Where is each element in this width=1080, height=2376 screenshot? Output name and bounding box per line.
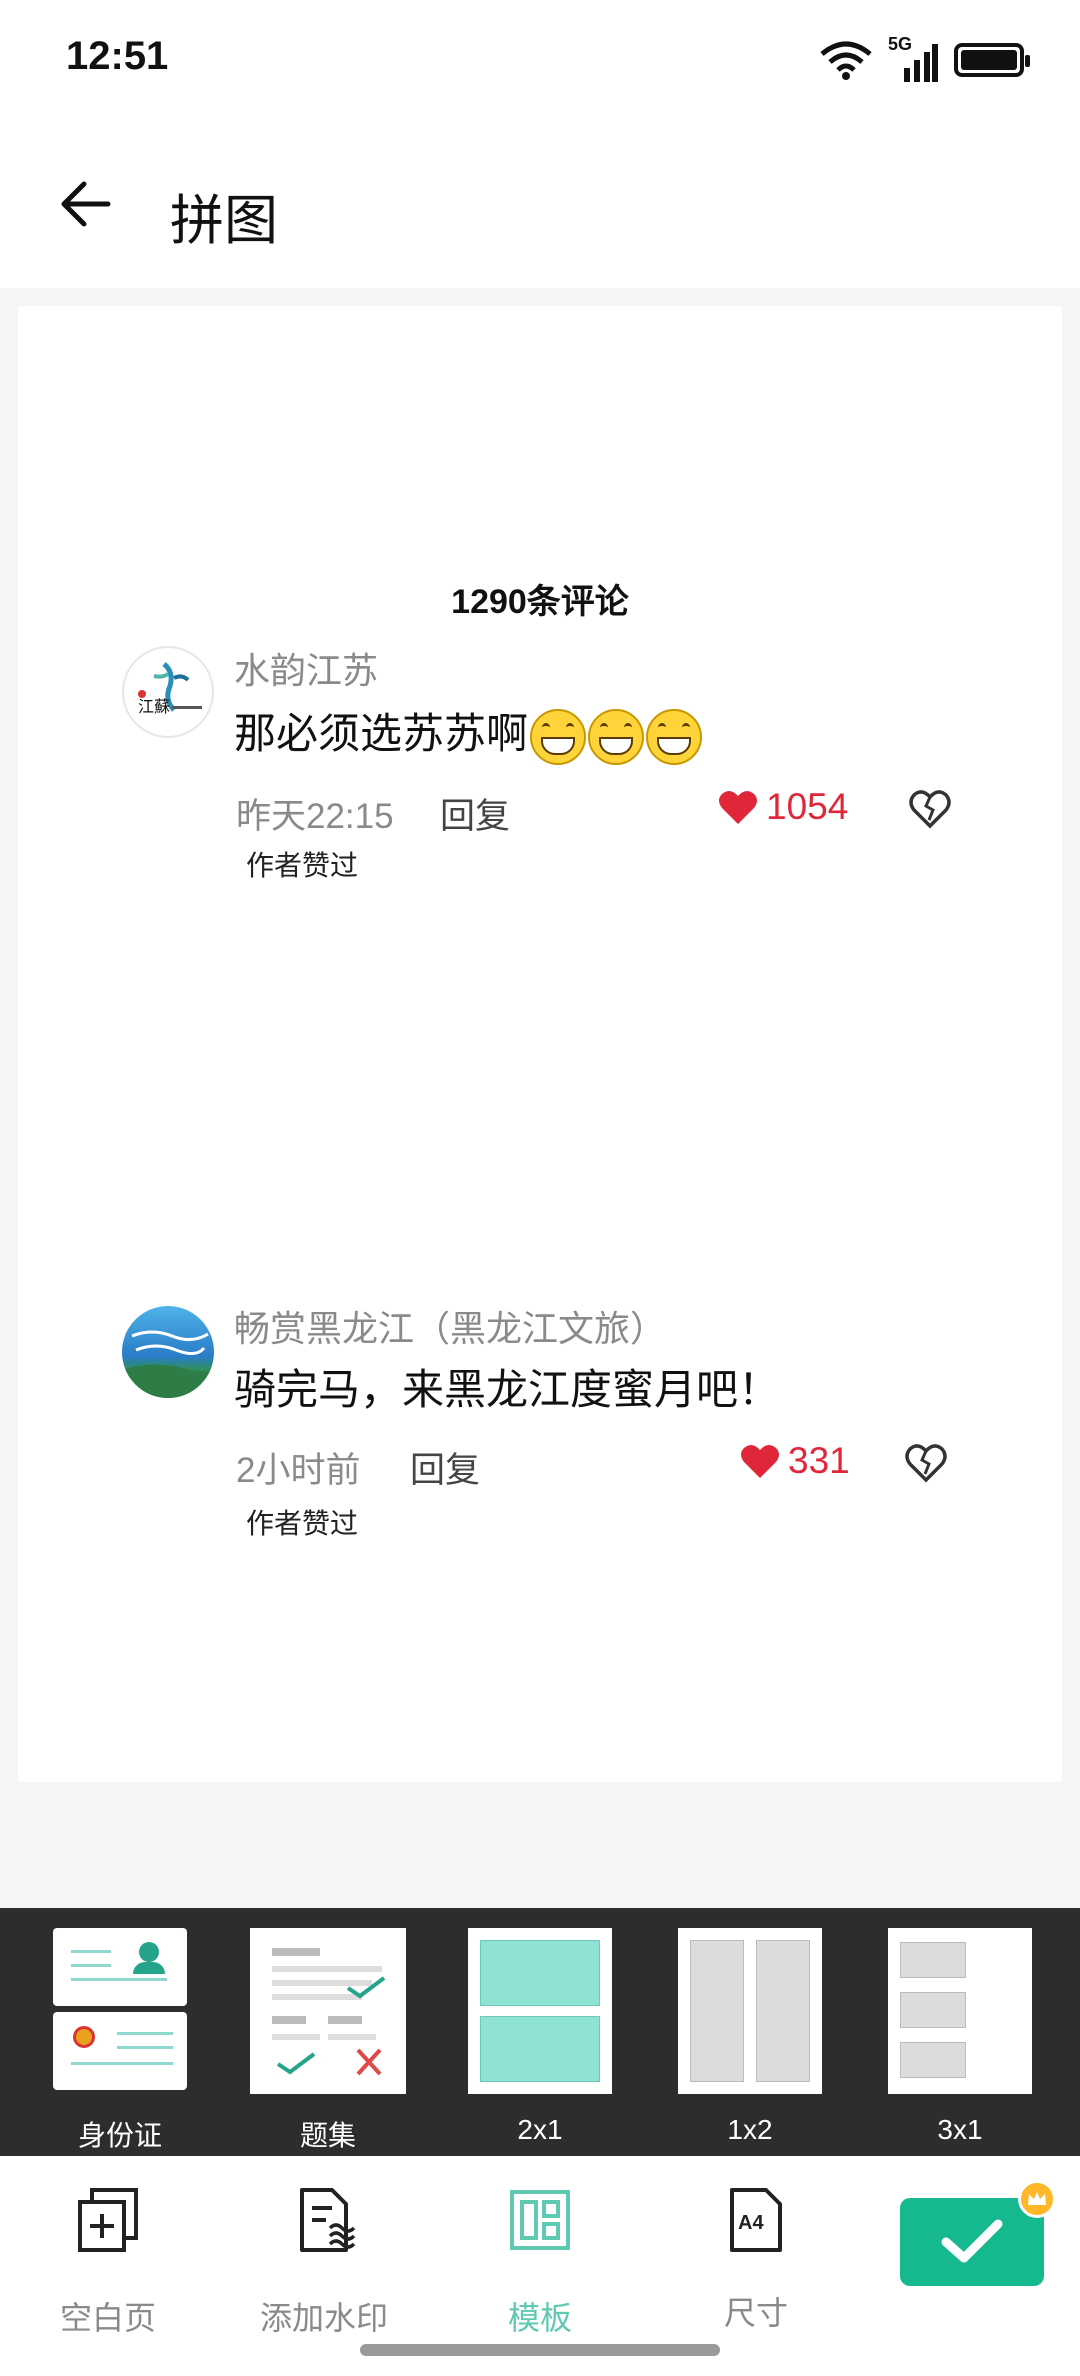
like-count: 331	[788, 1440, 850, 1481]
template-label: 身份证	[77, 2120, 162, 2151]
comment-text-content: 那必须选苏苏啊	[234, 710, 529, 757]
template-icon	[510, 2190, 570, 2250]
comments-title: 1290条评论	[451, 583, 629, 621]
dislike-button[interactable]	[908, 788, 952, 832]
comment-time: 2小时前	[236, 1451, 361, 1490]
bottom-toolbar: 空白页 添加水印 模板 A4 尺寸	[0, 2156, 1080, 2376]
author-liked-tag: 作者赞过	[246, 1508, 359, 1539]
blank-page-button[interactable]: 空白页	[28, 2186, 188, 2339]
crown-vip-icon	[1018, 2180, 1056, 2218]
home-indicator[interactable]	[360, 2344, 720, 2356]
grinning-emoji-icon	[530, 708, 587, 765]
like-button[interactable]: 1054	[718, 786, 848, 828]
battery-icon	[954, 43, 1030, 77]
two-columns-template-icon	[678, 1928, 822, 2094]
like-button[interactable]: 331	[740, 1440, 850, 1482]
dislike-button[interactable]	[904, 1442, 948, 1486]
checkmark-icon	[941, 2219, 1003, 2263]
wifi-icon	[820, 41, 872, 80]
heilongjiang-logo-icon	[122, 1330, 214, 1398]
add-watermark-button[interactable]: 添加水印	[244, 2186, 404, 2339]
reply-button[interactable]: 回复	[440, 788, 510, 839]
header: 拼图	[0, 120, 1080, 288]
nav-label: 添加水印	[259, 2300, 388, 2336]
avatar[interactable]	[122, 1306, 214, 1398]
grinning-emoji-icon	[588, 708, 645, 765]
a4-size-icon: A4	[724, 2186, 788, 2254]
template-label: 3x1	[937, 2114, 983, 2145]
signal-icon: 5G	[888, 34, 938, 82]
template-2x1[interactable]: 2x1	[460, 1928, 620, 2148]
author-liked-tag: 作者赞过	[246, 850, 359, 881]
collage-page[interactable]: 1290条评论 江蘇 水韵江苏 那必须选苏苏啊 昨天22:15 回复 1054 …	[18, 306, 1062, 1782]
broken-heart-icon	[909, 790, 951, 829]
comment-time: 昨天22:15	[236, 797, 394, 836]
svg-text:江蘇: 江蘇	[138, 697, 170, 716]
network-type-label: 5G	[888, 34, 913, 54]
template-id-card[interactable]: 身份证	[40, 1928, 200, 2151]
page-title: 拼图	[170, 191, 278, 251]
status-time: 12:51	[66, 34, 169, 78]
broken-heart-icon	[905, 1444, 947, 1483]
reply-button[interactable]: 回复	[410, 1442, 480, 1493]
heart-filled-icon	[719, 790, 757, 824]
template-tab[interactable]: 模板	[460, 2186, 620, 2339]
id-card-template-icon	[53, 1928, 187, 2092]
nav-label: 空白页	[59, 2300, 156, 2336]
jiangsu-logo-icon: 江蘇	[138, 662, 202, 716]
avatar[interactable]: 江蘇	[122, 646, 214, 738]
comment-username[interactable]: 水韵江苏	[234, 642, 378, 694]
template-1x2[interactable]: 1x2	[670, 1928, 830, 2148]
template-3x1[interactable]: 3x1	[880, 1928, 1040, 2148]
watermark-icon	[300, 2188, 356, 2252]
templates-bar: 身份证 题集 2x1 1x2 3x1	[0, 1908, 1080, 2156]
two-rows-template-icon	[468, 1928, 612, 2094]
size-button[interactable]: A4 尺寸	[676, 2186, 836, 2334]
back-button[interactable]	[54, 172, 118, 236]
add-page-icon	[78, 2188, 138, 2252]
grinning-emoji-icon	[646, 708, 703, 765]
template-label: 2x1	[517, 2114, 563, 2145]
comment-text: 骑完马，来黑龙江度蜜月吧！	[234, 1366, 781, 1413]
nav-label: 尺寸	[723, 2295, 788, 2331]
like-count: 1054	[766, 786, 849, 827]
comment-username[interactable]: 畅赏黑龙江（黑龙江文旅）	[234, 1300, 666, 1352]
template-label: 1x2	[727, 2114, 773, 2145]
question-set-template-icon	[250, 1928, 406, 2094]
nav-label: 模板	[507, 2300, 572, 2336]
status-icons: 5G	[820, 34, 1030, 84]
a4-badge-label: A4	[738, 2212, 764, 2234]
three-rows-template-icon	[888, 1928, 1032, 2094]
status-bar: 12:51 5G	[0, 0, 1080, 120]
template-question-set[interactable]: 题集	[248, 1928, 408, 2151]
comment-text: 那必须选苏苏啊	[234, 700, 703, 765]
template-label: 题集	[299, 2120, 356, 2151]
arrow-left-icon	[61, 181, 111, 227]
canvas-area: 1290条评论 江蘇 水韵江苏 那必须选苏苏啊 昨天22:15 回复 1054 …	[0, 288, 1080, 1908]
heart-filled-icon	[741, 1444, 779, 1478]
